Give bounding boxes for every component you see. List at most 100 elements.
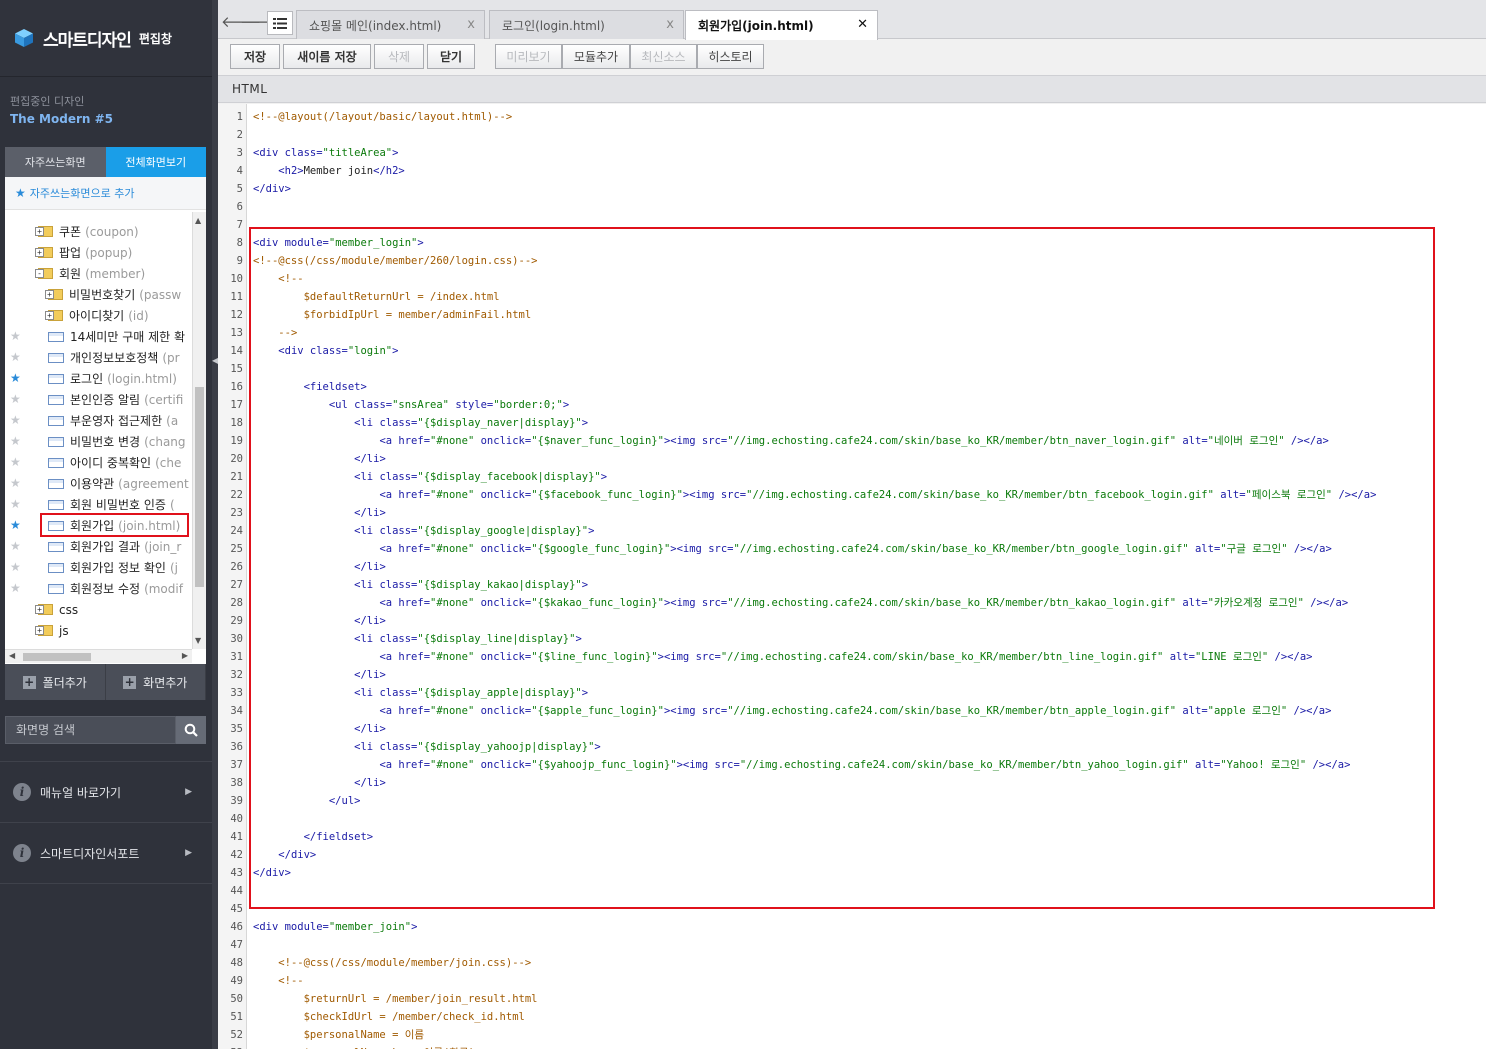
latest-source-button[interactable]: 최신소스 <box>630 44 697 69</box>
tab-index[interactable]: 쇼핑몰 메인(index.html) x <box>296 10 485 39</box>
folder-icon[interactable]: + <box>45 310 63 321</box>
expand-icon[interactable]: + <box>35 227 44 236</box>
tree-item[interactable]: ★ 본인인증 알림 (certifi <box>5 389 192 410</box>
code-line[interactable]: $personalName_ko = 이름(한글) <box>253 1044 475 1049</box>
tree-item[interactable]: ★ 개인정보보호정책 (pr <box>5 347 192 368</box>
line-number: 40 <box>230 813 243 825</box>
add-screen-button[interactable]: + 화면추가 <box>106 664 206 700</box>
support-link[interactable]: i 스마트디자인서포트 ▶ <box>0 822 212 883</box>
code-line[interactable]: <!--@layout(/layout/basic/layout.html)--… <box>253 108 512 126</box>
favorite-star-icon[interactable]: ★ <box>10 455 21 469</box>
tab-login[interactable]: 로그인(login.html) x <box>489 10 684 39</box>
close-icon[interactable]: ✕ <box>857 17 868 32</box>
editing-design-name[interactable]: The Modern #5 <box>10 112 113 126</box>
favorite-star-icon[interactable]: ★ <box>10 371 21 385</box>
save-as-button[interactable]: 새이름 저장 <box>283 44 371 69</box>
expand-icon[interactable]: + <box>45 290 54 299</box>
close-icon[interactable]: x <box>467 17 475 32</box>
favorite-star-icon[interactable]: ★ <box>10 434 21 448</box>
search-button[interactable] <box>176 716 206 744</box>
scroll-right-icon[interactable]: ▶ <box>182 651 188 660</box>
add-folder-button[interactable]: + 폴더추가 <box>5 664 106 700</box>
expand-icon[interactable]: + <box>35 605 44 614</box>
line-number: 12 <box>230 309 243 321</box>
code-editor[interactable]: 1 2 3 4 5 6 7 8 9 10 11 12 13 14 15 16 17 18 19 20 21 22 23 24 2… <box>218 104 1486 1049</box>
tree-item[interactable]: + 쿠폰 (coupon) <box>5 221 192 242</box>
tree-item[interactable]: ★ 이용약관 (agreement <box>5 473 192 494</box>
tree-item[interactable]: ★ 회원가입 정보 확인 (j <box>5 557 192 578</box>
favorite-star-icon[interactable]: ★ <box>10 413 21 427</box>
preview-button[interactable]: 미리보기 <box>495 44 562 69</box>
tree-item-path: (id) <box>128 308 149 323</box>
folder-icon[interactable]: + <box>35 226 53 237</box>
history-button[interactable]: 히스토리 <box>697 44 764 69</box>
tree-item[interactable]: + 팝업 (popup) <box>5 242 192 263</box>
tree-item[interactable]: + css <box>5 599 192 620</box>
tree-horizontal-scrollbar[interactable]: ◀ ▶ <box>5 649 192 663</box>
favorite-star-icon[interactable]: ★ <box>10 392 21 406</box>
expand-icon[interactable]: + <box>35 626 44 635</box>
tree-item-path: (agreement <box>118 476 189 491</box>
favorite-star-icon[interactable]: ★ <box>10 329 21 343</box>
line-number: 3 <box>236 147 243 159</box>
line-number-gutter: 1 2 3 4 5 6 7 8 9 10 11 12 13 14 15 16 17 18 19 20 21 22 23 24 2… <box>218 104 247 1049</box>
expand-icon[interactable]: + <box>35 248 44 257</box>
code-line[interactable]: <div module="member_join"> <box>253 918 417 936</box>
tree-vertical-scroll-thumb[interactable] <box>195 387 204 587</box>
code-line[interactable]: $returnUrl = /member/join_result.html <box>253 990 538 1008</box>
scroll-down-icon[interactable]: ▼ <box>195 636 201 645</box>
scroll-up-icon[interactable]: ▲ <box>195 216 201 225</box>
folder-icon[interactable]: + <box>45 289 63 300</box>
tree-item[interactable]: + js <box>5 620 192 641</box>
tree-item[interactable]: - 회원 (member) <box>5 263 192 284</box>
folder-icon[interactable]: + <box>35 247 53 258</box>
tree-item[interactable]: ★ 회원정보 수정 (modif <box>5 578 192 599</box>
tab-favorites[interactable]: 자주쓰는화면 <box>5 147 106 177</box>
line-number: 4 <box>236 165 243 177</box>
collapse-icon[interactable]: - <box>35 269 44 278</box>
folder-icon[interactable]: - <box>35 268 53 279</box>
tree-horizontal-scroll-thumb[interactable] <box>23 653 91 661</box>
code-line[interactable]: </div> <box>253 180 291 198</box>
tree-item[interactable]: ★ 아이디 중복확인 (che <box>5 452 192 473</box>
tab-all-screens[interactable]: 전체화면보기 <box>105 147 206 177</box>
tree-item[interactable]: ★ 회원 비밀번호 인증( <box>5 494 192 515</box>
favorite-star-icon[interactable]: ★ <box>10 560 21 574</box>
tree-item[interactable]: ★ 로그인 (login.html) <box>5 368 192 389</box>
tree-item[interactable]: + 비밀번호찾기 (passw <box>5 284 192 305</box>
favorite-star-icon[interactable]: ★ <box>10 497 21 511</box>
close-icon[interactable]: x <box>666 17 674 32</box>
tree-item[interactable]: ★ 14세미만 구매 제한 확 <box>5 326 192 347</box>
line-number: 48 <box>230 957 243 969</box>
tree-vertical-scrollbar[interactable]: ▲ ▼ <box>192 212 206 649</box>
code-line[interactable]: <!--@css(/css/module/member/join.css)--> <box>253 954 531 972</box>
code-line[interactable]: $checkIdUrl = /member/check_id.html <box>253 1008 525 1026</box>
favorite-star-icon[interactable]: ★ <box>10 539 21 553</box>
tree-item[interactable]: + 아이디찾기 (id) <box>5 305 192 326</box>
close-button[interactable]: 닫기 <box>427 44 475 69</box>
favorite-star-icon[interactable]: ★ <box>10 518 21 532</box>
delete-button[interactable]: 삭제 <box>374 44 424 69</box>
tree-item[interactable]: ★ 비밀번호 변경 (chang <box>5 431 192 452</box>
expand-icon[interactable]: + <box>45 311 54 320</box>
favorite-star-icon[interactable]: ★ <box>10 350 21 364</box>
folder-icon[interactable]: + <box>35 625 53 636</box>
scroll-left-icon[interactable]: ◀ <box>9 651 15 660</box>
tab-list-icon[interactable] <box>267 11 293 35</box>
code-line[interactable]: <!-- <box>253 972 303 990</box>
manual-link[interactable]: i 매뉴얼 바로가기 ▶ <box>0 761 212 822</box>
folder-icon[interactable]: + <box>35 604 53 615</box>
screen-search-input[interactable] <box>5 716 176 744</box>
tab-join[interactable]: 회원가입(join.html) ✕ <box>685 10 878 40</box>
add-to-favorites-button[interactable]: ★ 자주쓰는화면으로 추가 <box>5 177 206 210</box>
favorite-star-icon[interactable]: ★ <box>10 476 21 490</box>
save-button[interactable]: 저장 <box>230 44 280 69</box>
page-icon <box>48 415 64 426</box>
code-line[interactable]: <div class="titleArea"> <box>253 144 398 162</box>
code-line[interactable]: $personalName = 이름 <box>253 1026 424 1044</box>
add-module-button[interactable]: 모듈추가 <box>562 44 630 69</box>
code-line[interactable]: <h2>Member join</h2> <box>253 162 404 180</box>
favorite-star-icon[interactable]: ★ <box>10 581 21 595</box>
tree-item[interactable]: ★ 부운영자 접근제한 (a <box>5 410 192 431</box>
tree-item[interactable]: ★ 회원가입 결과 (join_r <box>5 536 192 557</box>
